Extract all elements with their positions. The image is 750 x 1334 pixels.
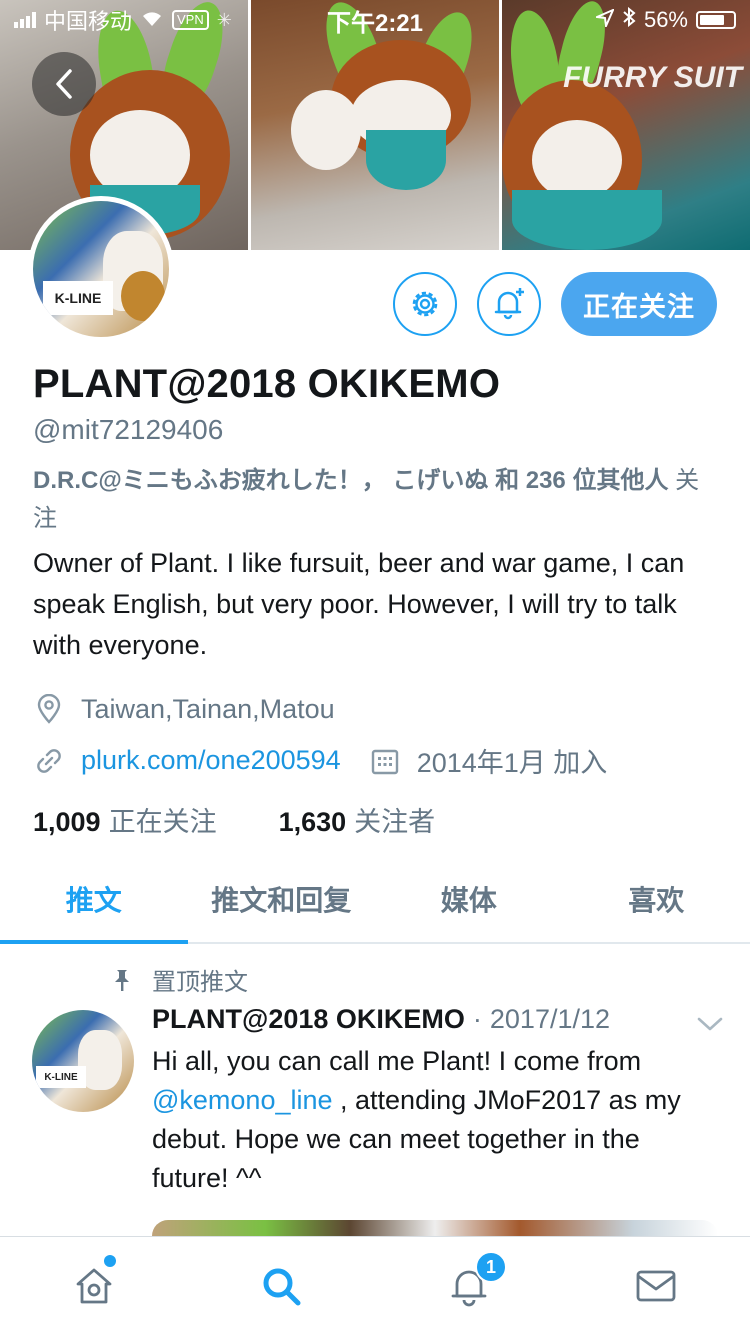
tweet-text-part: Hi all, you can call me Plant! I come fr… (152, 1046, 642, 1076)
avatar-sign-text: K-LINE (43, 281, 113, 315)
profile-tabs: 推文 推文和回复 媒体 喜欢 (0, 856, 750, 944)
tweet-avatar-sign-text: K-LINE (36, 1066, 86, 1088)
profile-avatar[interactable]: K-LINE (28, 196, 174, 342)
battery-percent: 56% (643, 7, 688, 32)
followers-stat[interactable]: 1,630 关注者 (279, 800, 436, 839)
profile-bio: Owner of Plant. I like fursuit, beer and… (33, 548, 685, 660)
battery-icon (696, 11, 736, 29)
following-stat[interactable]: 1,009 正在关注 (33, 800, 217, 839)
status-bar: 中国移动 VPN ✳ 下午2:21 56% (0, 0, 750, 40)
tab-media[interactable]: 媒体 (375, 856, 563, 942)
website-row: plurk.com/one200594 2014年1月 加入 (33, 741, 607, 780)
notification-badge: 1 (475, 1251, 507, 1283)
tweet-separator: · (472, 1004, 482, 1034)
pinned-tweet-label: 置顶推文 (110, 962, 248, 997)
joined-date: 2014年1月 加入 (369, 741, 608, 780)
bottom-navigation: 1 (0, 1236, 750, 1334)
bell-plus-icon (494, 288, 524, 320)
nav-search[interactable] (188, 1237, 376, 1334)
location-row: Taiwan,Tainan,Matou (33, 693, 335, 725)
tweet-date: 2017/1/12 (489, 1004, 611, 1034)
website-link[interactable]: plurk.com/one200594 (81, 745, 341, 776)
nav-notifications[interactable]: 1 (375, 1237, 563, 1334)
nav-home[interactable] (0, 1237, 188, 1334)
messages-icon (636, 1270, 676, 1301)
carrier-label: 中国移动 (44, 9, 133, 34)
tweet-text: Hi all, you can call me Plant! I come fr… (152, 1042, 722, 1198)
link-icon (33, 745, 65, 777)
search-icon (263, 1268, 301, 1305)
home-new-dot (104, 1255, 116, 1267)
calendar-icon (369, 745, 401, 777)
profile-display-name: PLANT@2018 OKIKEMO (33, 362, 501, 406)
tab-tweets[interactable]: 推文 (0, 856, 188, 944)
following-count: 1,009 (33, 807, 101, 837)
gear-icon (412, 291, 438, 317)
pinned-text: 置顶推文 (152, 969, 248, 996)
chevron-left-icon (56, 69, 72, 99)
banner-watermark: FURRY SUIT (563, 61, 742, 94)
tab-tweets-and-replies[interactable]: 推文和回复 (188, 856, 376, 942)
location-arrow-icon (593, 7, 615, 33)
tab-likes[interactable]: 喜欢 (563, 856, 750, 942)
bluetooth-icon (622, 6, 636, 33)
pin-icon (115, 969, 129, 991)
wifi-icon (140, 7, 164, 33)
location-text: Taiwan,Tainan,Matou (81, 693, 335, 724)
tweet-header: PLANT@2018 OKIKEMO · 2017/1/12 (152, 1004, 610, 1035)
tweet-mention-link[interactable]: @kemono_line (152, 1085, 333, 1115)
tweet-menu-button[interactable] (694, 1012, 726, 1036)
back-button[interactable] (32, 52, 96, 116)
loading-icon: ✳ (216, 9, 232, 30)
location-pin-icon (33, 693, 65, 725)
followers-count: 1,630 (278, 807, 347, 837)
settings-button[interactable] (393, 272, 457, 336)
following-button[interactable]: 正在关注 (561, 272, 717, 336)
follow-stats: 1,009 正在关注 1,630 关注者 (33, 800, 435, 839)
followers-label: 关注者 (354, 807, 436, 837)
home-icon (76, 1268, 112, 1303)
followed-by-text[interactable]: D.R.C@ミニもふお疲れした！， こげいぬ 和 236 位其他人 关注 (33, 462, 723, 538)
joined-text: 2014年1月 加入 (416, 748, 608, 778)
signal-icon (14, 12, 36, 28)
tweet-author-name[interactable]: PLANT@2018 OKIKEMO (152, 1004, 465, 1035)
following-label: 正在关注 (108, 807, 217, 837)
vpn-badge: VPN (172, 10, 209, 30)
nav-messages[interactable] (563, 1237, 750, 1334)
followed-by-names: D.R.C@ミニもふお疲れした！， こげいぬ 和 236 位其他人 (33, 467, 669, 494)
tweet-author-avatar[interactable]: K-LINE (32, 1010, 134, 1112)
chevron-down-icon (697, 1017, 723, 1031)
profile-handle: @mit72129406 (33, 414, 224, 445)
notify-button[interactable] (477, 272, 541, 336)
